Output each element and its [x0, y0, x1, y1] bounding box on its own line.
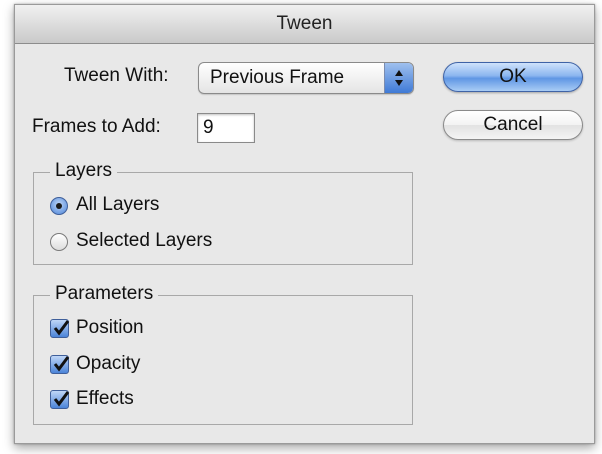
- radio-unselected-icon[interactable]: [50, 233, 68, 251]
- tween-with-label: Tween With:: [64, 65, 169, 86]
- frames-to-add-value: 9: [203, 117, 214, 138]
- radio-selected-icon[interactable]: [50, 197, 68, 215]
- up-down-arrows-icon: [384, 63, 413, 93]
- opacity-label: Opacity: [76, 353, 141, 374]
- parameters-group-title: Parameters: [50, 283, 159, 305]
- frames-to-add-label: Frames to Add:: [32, 116, 161, 137]
- checkmark-icon[interactable]: [50, 390, 70, 409]
- tween-dialog: Tween Tween With: Previous Frame Frames …: [14, 4, 595, 444]
- all-layers-label: All Layers: [76, 194, 160, 215]
- dialog-title: Tween: [15, 5, 594, 44]
- checkmark-icon[interactable]: [50, 319, 70, 338]
- tween-with-value: Previous Frame: [210, 67, 345, 88]
- parameters-group: Parameters Position Opacity Effects: [33, 283, 413, 425]
- frames-to-add-input[interactable]: 9: [197, 113, 255, 143]
- layers-group-title: Layers: [50, 160, 118, 182]
- selected-layers-label: Selected Layers: [76, 230, 213, 251]
- ok-button[interactable]: OK: [443, 62, 583, 92]
- effects-label: Effects: [76, 388, 134, 409]
- position-label: Position: [76, 317, 144, 338]
- layers-group: Layers All Layers Selected Layers: [33, 160, 413, 265]
- checkmark-icon[interactable]: [50, 355, 70, 374]
- tween-with-select[interactable]: Previous Frame: [198, 62, 414, 94]
- cancel-button[interactable]: Cancel: [443, 110, 583, 140]
